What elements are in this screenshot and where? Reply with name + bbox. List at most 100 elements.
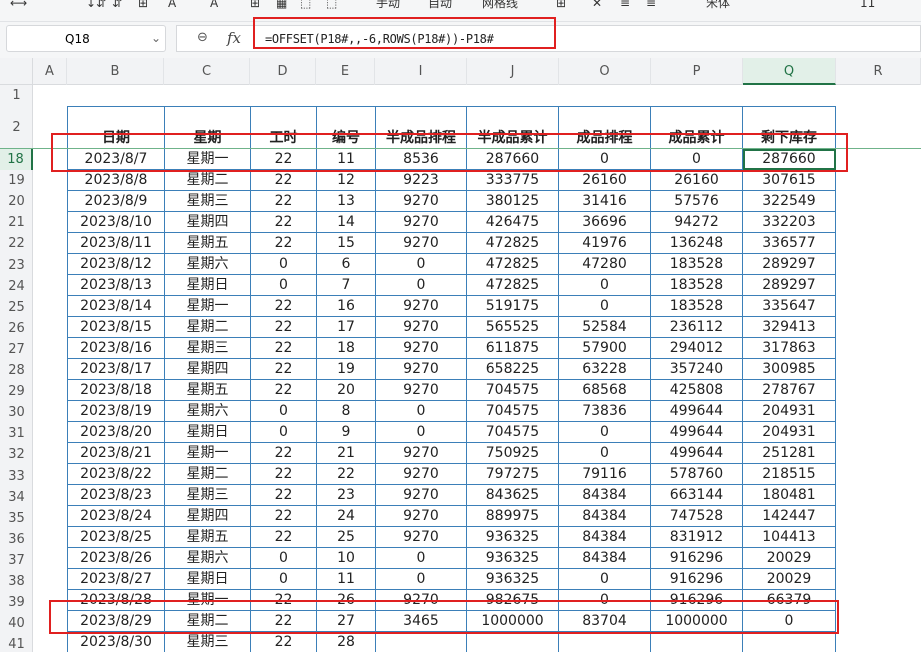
toolbar-item[interactable]: A	[210, 0, 218, 10]
table-cell[interactable]: 26160	[558, 169, 651, 191]
table-cell[interactable]: 2023/8/13	[67, 274, 165, 296]
table-cell[interactable]: 星期二	[164, 169, 251, 191]
column-header[interactable]: A	[33, 58, 67, 85]
table-cell[interactable]: 57900	[558, 337, 651, 359]
table-cell[interactable]: 425808	[650, 379, 743, 401]
table-cell[interactable]: 499644	[650, 421, 743, 443]
table-cell[interactable]: 336577	[742, 232, 836, 254]
table-cell[interactable]: 0	[375, 253, 467, 275]
table-cell[interactable]: 星期六	[164, 547, 251, 569]
table-cell[interactable]: 0	[558, 568, 651, 590]
table-cell[interactable]: 565525	[466, 316, 559, 338]
table-cell[interactable]: 335647	[742, 295, 836, 317]
row-header[interactable]: 25	[0, 297, 33, 318]
table-cell[interactable]: 11	[316, 568, 376, 590]
table-cell[interactable]: 25	[316, 526, 376, 548]
table-cell[interactable]: 218515	[742, 463, 836, 485]
table-cell[interactable]	[742, 631, 836, 652]
table-cell[interactable]: 28	[316, 631, 376, 652]
table-cell[interactable]: 0	[250, 421, 317, 443]
table-cell[interactable]: 52584	[558, 316, 651, 338]
table-cell[interactable]: 16	[316, 295, 376, 317]
table-cell[interactable]: 0	[375, 568, 467, 590]
table-cell[interactable]: 星期六	[164, 400, 251, 422]
table-cell[interactable]: 9	[316, 421, 376, 443]
toolbar-item[interactable]: 11	[860, 0, 875, 10]
table-cell[interactable]: 236112	[650, 316, 743, 338]
table-cell[interactable]: 18	[316, 337, 376, 359]
table-cell[interactable]: 星期三	[164, 190, 251, 212]
table-cell[interactable]: 9270	[375, 484, 467, 506]
column-header[interactable]: B	[67, 58, 164, 85]
table-cell[interactable]: 22	[250, 442, 317, 464]
row-header[interactable]: 22	[0, 233, 33, 254]
table-cell[interactable]: 22	[250, 358, 317, 380]
table-cell[interactable]: 星期日	[164, 274, 251, 296]
table-cell[interactable]: 2023/8/8	[67, 169, 165, 191]
table-cell[interactable]: 15	[316, 232, 376, 254]
table-cell[interactable]: 578760	[650, 463, 743, 485]
table-cell[interactable]	[466, 631, 559, 652]
row-header[interactable]: 41	[0, 634, 33, 652]
table-cell[interactable]: 22	[250, 190, 317, 212]
column-header[interactable]: E	[316, 58, 375, 85]
toolbar-item[interactable]: ⬚	[326, 0, 337, 10]
table-cell[interactable]: 2023/8/15	[67, 316, 165, 338]
table-cell[interactable]: 2023/8/18	[67, 379, 165, 401]
table-cell[interactable]: 9270	[375, 442, 467, 464]
table-cell[interactable]: 星期三	[164, 631, 251, 652]
row-header[interactable]: 36	[0, 529, 33, 550]
chevron-down-icon[interactable]: ⌄	[151, 31, 161, 45]
toolbar-item[interactable]: ≡	[620, 0, 630, 10]
table-cell[interactable]: 0	[375, 421, 467, 443]
table-cell[interactable]: 6	[316, 253, 376, 275]
toolbar-item[interactable]: ⊞	[250, 0, 260, 10]
table-cell[interactable]: 499644	[650, 442, 743, 464]
table-cell[interactable]: 13	[316, 190, 376, 212]
table-cell[interactable]: 704575	[466, 421, 559, 443]
table-cell[interactable]: 747528	[650, 505, 743, 527]
table-cell[interactable]: 332203	[742, 211, 836, 233]
table-cell[interactable]: 星期日	[164, 421, 251, 443]
table-cell[interactable]: 22	[250, 169, 317, 191]
table-cell[interactable]: 星期五	[164, 526, 251, 548]
table-cell[interactable]: 611875	[466, 337, 559, 359]
table-cell[interactable]: 9270	[375, 505, 467, 527]
column-header[interactable]: D	[250, 58, 316, 85]
table-cell[interactable]: 289297	[742, 274, 836, 296]
table-cell[interactable]: 136248	[650, 232, 743, 254]
table-cell[interactable]: 22	[250, 484, 317, 506]
table-cell[interactable]: 936325	[466, 547, 559, 569]
table-cell[interactable]: 2023/8/21	[67, 442, 165, 464]
row-header[interactable]: 1	[0, 85, 33, 106]
table-cell[interactable]: 704575	[466, 400, 559, 422]
table-cell[interactable]: 19	[316, 358, 376, 380]
table-cell[interactable]: 26160	[650, 169, 743, 191]
column-header[interactable]: I	[375, 58, 467, 85]
table-cell[interactable]: 322549	[742, 190, 836, 212]
toolbar-item[interactable]: 网格线	[482, 0, 518, 10]
table-cell[interactable]: 57576	[650, 190, 743, 212]
table-cell[interactable]: 750925	[466, 442, 559, 464]
table-cell[interactable]: 142447	[742, 505, 836, 527]
table-cell[interactable]: 9270	[375, 190, 467, 212]
toolbar-item[interactable]: ⊞	[556, 0, 566, 10]
table-cell[interactable]: 380125	[466, 190, 559, 212]
table-cell[interactable]: 0	[375, 400, 467, 422]
table-cell[interactable]: 2023/8/25	[67, 526, 165, 548]
table-cell[interactable]: 329413	[742, 316, 836, 338]
table-cell[interactable]: 307615	[742, 169, 836, 191]
table-cell[interactable]: 294012	[650, 337, 743, 359]
row-header[interactable]: 26	[0, 318, 33, 339]
table-cell[interactable]: 星期三	[164, 484, 251, 506]
table-cell[interactable]: 星期二	[164, 316, 251, 338]
table-cell[interactable]: 星期二	[164, 463, 251, 485]
table-cell[interactable]: 797275	[466, 463, 559, 485]
table-cell[interactable]: 658225	[466, 358, 559, 380]
table-cell[interactable]: 22	[250, 295, 317, 317]
table-cell[interactable]: 星期三	[164, 337, 251, 359]
table-cell[interactable]: 831912	[650, 526, 743, 548]
table-cell[interactable]: 2023/8/14	[67, 295, 165, 317]
column-header[interactable]: C	[164, 58, 250, 85]
row-header[interactable]: 37	[0, 550, 33, 571]
